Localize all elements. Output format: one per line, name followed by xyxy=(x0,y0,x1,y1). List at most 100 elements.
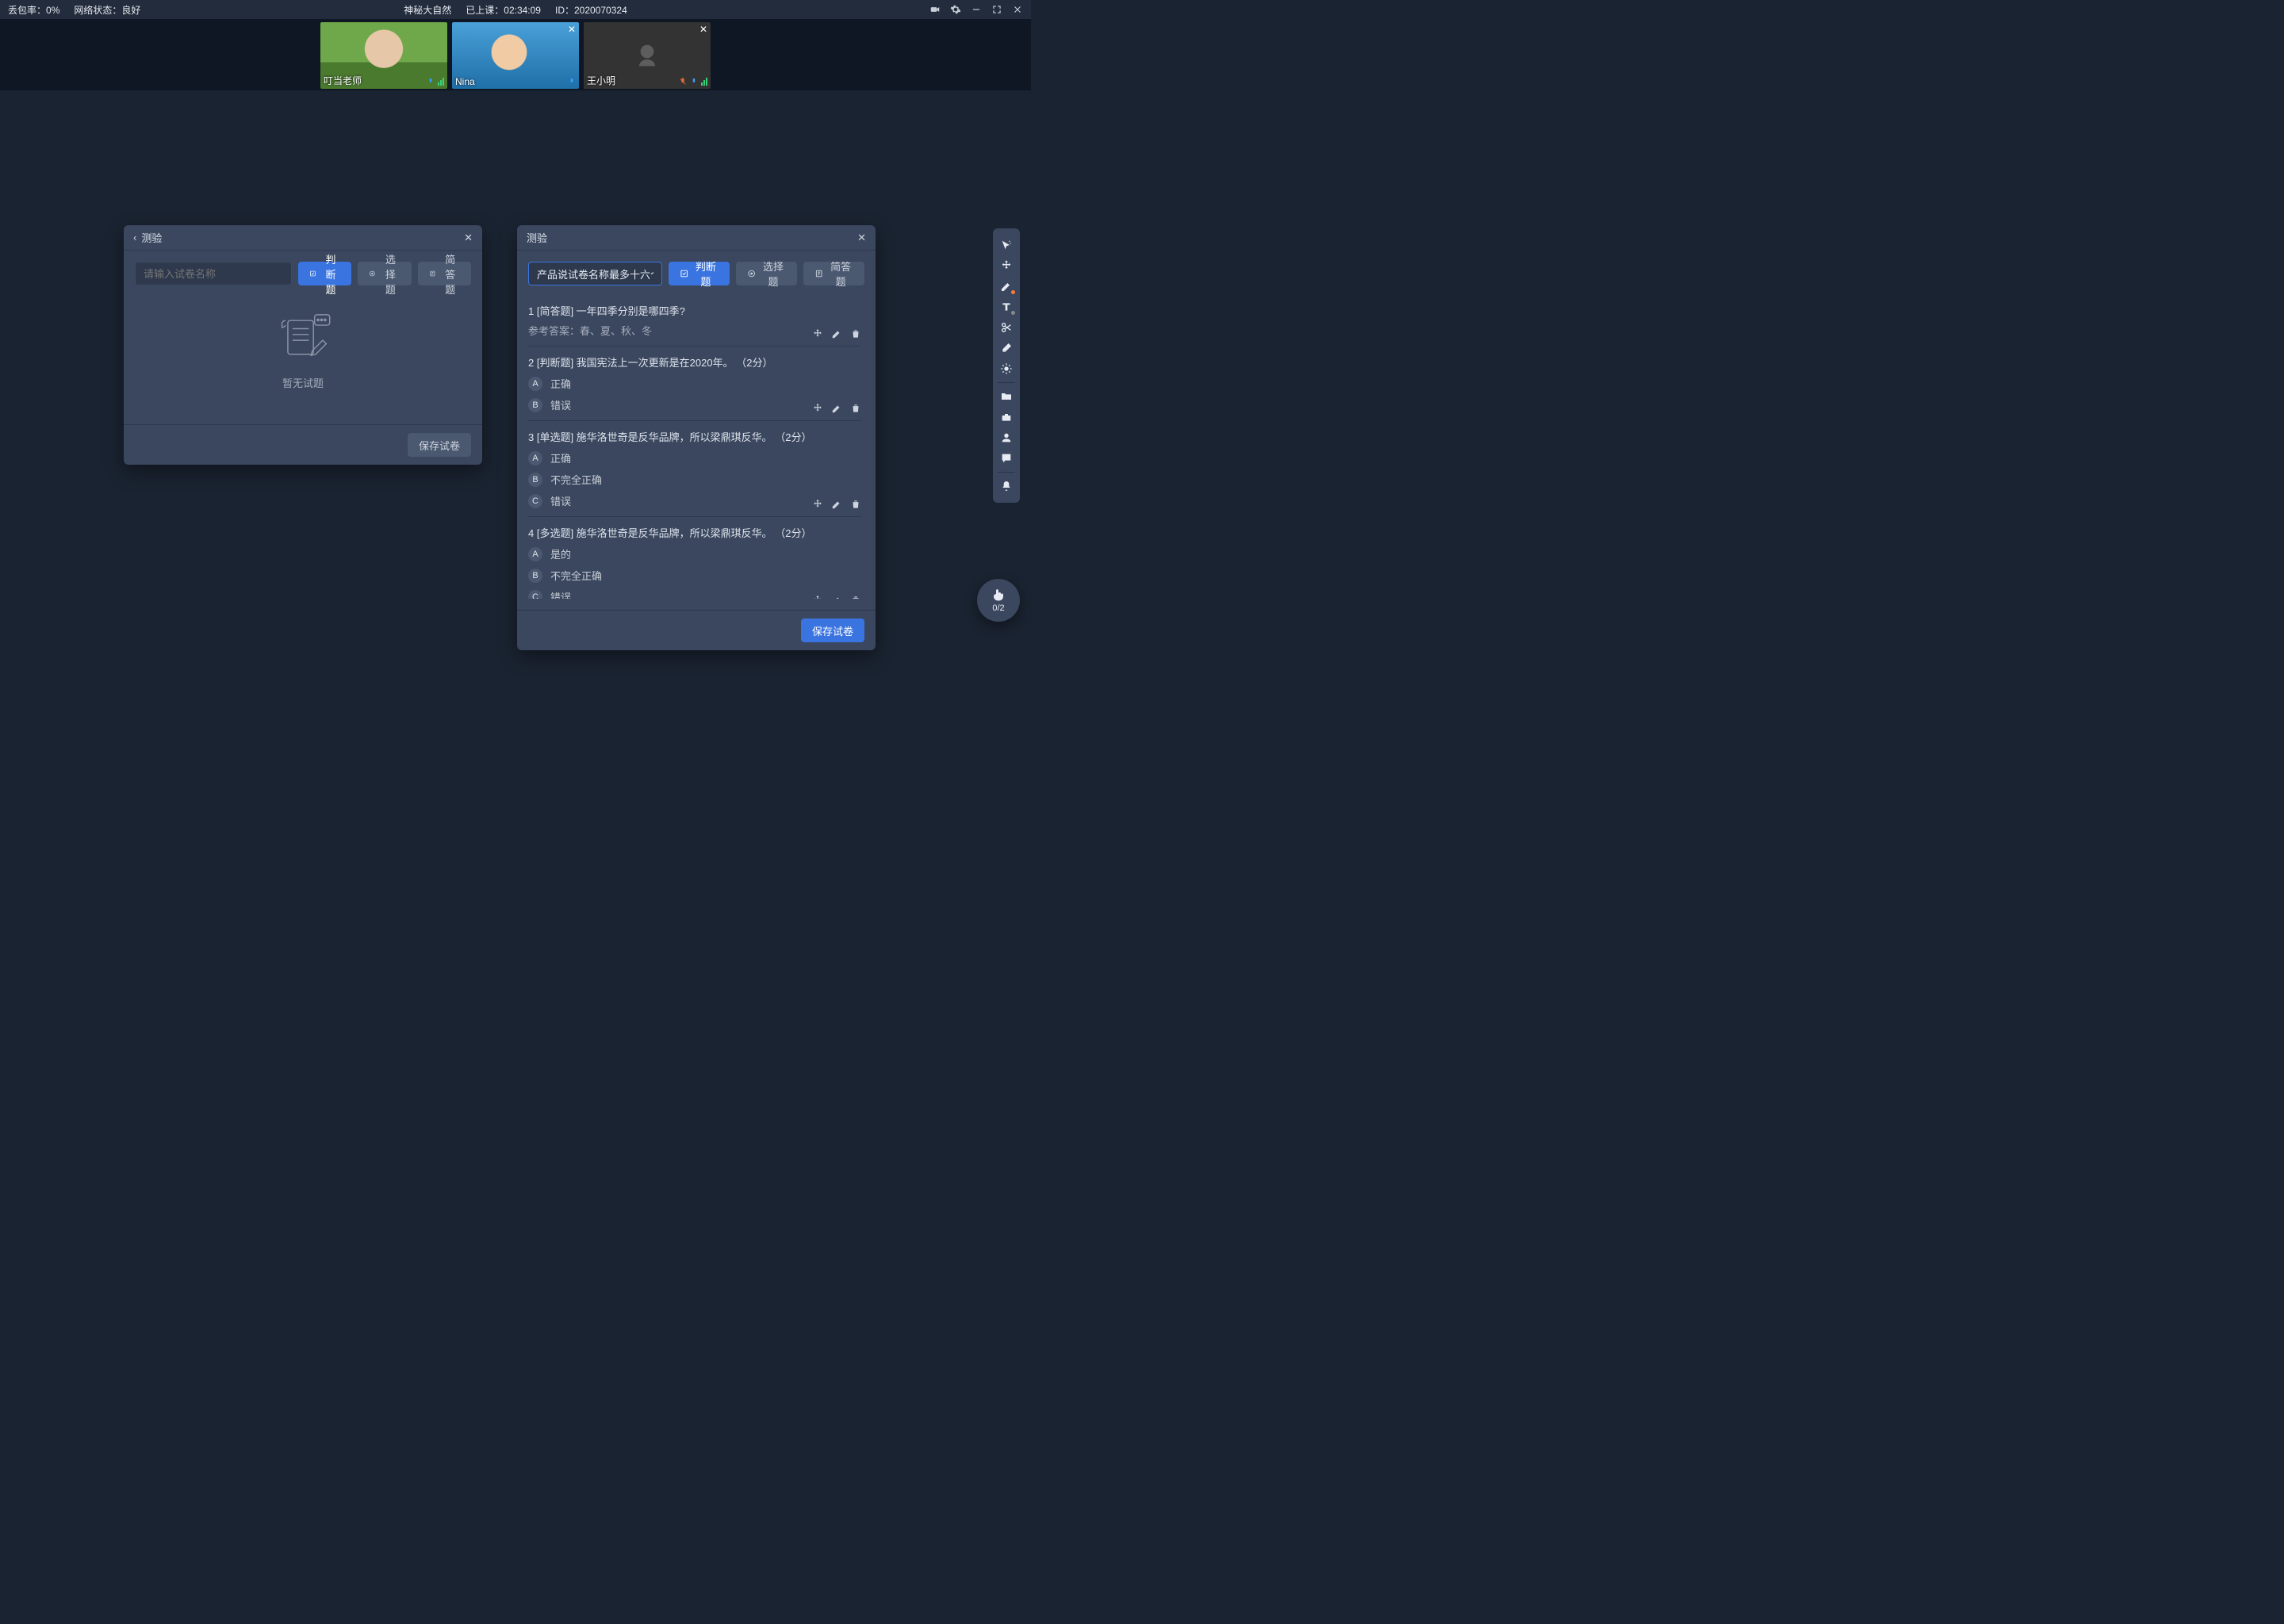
option-text: 错误 xyxy=(550,589,571,599)
person-tool[interactable] xyxy=(996,427,1017,448)
mic-muted-icon xyxy=(679,78,687,86)
option-letter: B xyxy=(528,569,542,583)
option-letter: C xyxy=(528,590,542,599)
fullscreen-icon[interactable] xyxy=(991,4,1002,15)
session-id: ID：2020070324 xyxy=(555,3,627,17)
option-letter: B xyxy=(528,398,542,412)
delete-icon[interactable] xyxy=(850,328,861,339)
question-title: 3 [单选题] 施华洛世奇是反华品牌，所以梁鼎琪反华。 （2分） xyxy=(528,429,861,444)
option-text: 不完全正确 xyxy=(550,568,602,583)
empty-text: 暂无试题 xyxy=(282,375,324,390)
option-row: B错误 xyxy=(528,397,861,412)
option-text: 错误 xyxy=(550,493,571,508)
minimize-icon[interactable] xyxy=(971,4,982,15)
text-tool[interactable] xyxy=(996,297,1017,317)
edit-icon[interactable] xyxy=(831,403,842,414)
question-title: 2 [判断题] 我国宪法上一次更新是在2020年。 （2分） xyxy=(528,354,861,370)
participant-name: 王小明 xyxy=(587,74,615,87)
eraser-tool[interactable] xyxy=(996,338,1017,358)
video-tile[interactable]: ✕ Nina xyxy=(452,22,579,89)
option-row: A正确 xyxy=(528,450,861,465)
pen-tool[interactable] xyxy=(996,276,1017,297)
close-video-icon[interactable]: ✕ xyxy=(568,24,576,35)
eraser-icon xyxy=(1000,342,1013,354)
hand-count: 0/2 xyxy=(992,603,1004,613)
add-judge-button[interactable]: 判断题 xyxy=(298,262,351,285)
option-row: C错误 xyxy=(528,493,861,508)
participant-name: Nina xyxy=(455,76,475,87)
move-icon[interactable] xyxy=(812,403,823,414)
bell-tool[interactable] xyxy=(996,476,1017,496)
option-letter: A xyxy=(528,547,542,561)
move-icon[interactable] xyxy=(812,595,823,599)
chat-tool[interactable] xyxy=(996,448,1017,469)
edit-icon[interactable] xyxy=(831,328,842,339)
toolbox-tool[interactable] xyxy=(996,407,1017,427)
brightness-tool[interactable] xyxy=(996,358,1017,379)
move-icon xyxy=(1000,259,1013,272)
pointer-sparkle-tool[interactable] xyxy=(996,235,1017,255)
settings-icon[interactable] xyxy=(950,4,961,15)
move-tool[interactable] xyxy=(996,255,1017,276)
quiz-panel-filled: 测验 ✕ 判断题 选择题 简答题 1 [简答题] 一年四季分别是哪四季?参考答案… xyxy=(517,225,876,650)
delete-icon[interactable] xyxy=(850,595,861,599)
move-icon[interactable] xyxy=(812,499,823,510)
empty-state: 暂无试题 xyxy=(135,285,471,413)
option-text: 正确 xyxy=(550,376,571,391)
packet-loss: 丢包率：0% xyxy=(8,3,59,17)
signal-icon xyxy=(701,78,707,86)
move-icon[interactable] xyxy=(812,328,823,339)
option-text: 是的 xyxy=(550,546,571,561)
raise-hand-badge[interactable]: 0/2 xyxy=(977,579,1020,622)
add-choice-button[interactable]: 选择题 xyxy=(736,262,797,285)
quiz-panel-empty: ‹ 测验 ✕ 判断题 选择题 简答题 xyxy=(124,225,482,465)
record-icon[interactable] xyxy=(929,4,941,15)
option-letter: A xyxy=(528,451,542,465)
edit-icon[interactable] xyxy=(831,499,842,510)
network-status: 网络状态：良好 xyxy=(74,3,140,17)
add-judge-button[interactable]: 判断题 xyxy=(669,262,730,285)
toolbox-icon xyxy=(1000,411,1013,423)
delete-icon[interactable] xyxy=(850,499,861,510)
quiz-name-input[interactable] xyxy=(528,262,662,285)
question-list[interactable]: 1 [简答题] 一年四季分别是哪四季?参考答案：春、夏、秋、冬 2 [判断题] 我… xyxy=(528,295,864,599)
mic-icon xyxy=(427,78,435,86)
save-quiz-button[interactable]: 保存试卷 xyxy=(801,619,864,642)
option-row: B不完全正确 xyxy=(528,472,861,487)
quiz-name-input[interactable] xyxy=(135,262,292,285)
brightness-icon xyxy=(1000,362,1013,375)
close-icon[interactable]: ✕ xyxy=(464,232,473,244)
add-short-answer-button[interactable]: 简答题 xyxy=(418,262,471,285)
question-item: 4 [多选题] 施华洛世奇是反华品牌，所以梁鼎琪反华。 （2分）A是的B不完全正… xyxy=(528,517,861,599)
question-answer: 参考答案：春、夏、秋、冬 xyxy=(528,323,861,338)
save-quiz-button[interactable]: 保存试卷 xyxy=(408,433,471,457)
participant-name: 叮当老师 xyxy=(324,74,362,87)
folder-icon xyxy=(1000,390,1013,403)
person-icon xyxy=(1000,431,1013,444)
back-icon[interactable]: ‹ xyxy=(133,232,136,243)
close-video-icon[interactable]: ✕ xyxy=(699,24,707,35)
close-window-icon[interactable] xyxy=(1012,4,1023,15)
folder-tool[interactable] xyxy=(996,386,1017,407)
mic-icon xyxy=(568,78,576,86)
delete-icon[interactable] xyxy=(850,403,861,414)
option-row: B 不完全正确 xyxy=(528,568,861,583)
add-choice-button[interactable]: 选择题 xyxy=(358,262,411,285)
signal-icon xyxy=(438,78,444,86)
option-row: C 错误 xyxy=(528,589,861,599)
video-tile[interactable]: 叮当老师 xyxy=(320,22,447,89)
close-icon[interactable]: ✕ xyxy=(857,232,866,244)
scissors-tool[interactable] xyxy=(996,317,1017,338)
chat-icon xyxy=(1000,452,1013,465)
top-status-bar: 丢包率：0% 网络状态：良好 神秘大自然 已上课：02:34:09 ID：202… xyxy=(0,0,1031,19)
video-tile[interactable]: ✕ 王小明 xyxy=(584,22,711,89)
option-row: A 是的 xyxy=(528,546,861,561)
elapsed-time: 已上课：02:34:09 xyxy=(466,3,541,17)
mic-icon xyxy=(690,78,698,86)
add-short-answer-button[interactable]: 简答题 xyxy=(803,262,864,285)
option-text: 不完全正确 xyxy=(550,472,602,487)
edit-icon[interactable] xyxy=(831,595,842,599)
question-item: 2 [判断题] 我国宪法上一次更新是在2020年。 （2分）A正确B错误 xyxy=(528,347,861,421)
pointer-sparkle-icon xyxy=(1000,239,1013,251)
question-item: 1 [简答题] 一年四季分别是哪四季?参考答案：春、夏、秋、冬 xyxy=(528,295,861,347)
